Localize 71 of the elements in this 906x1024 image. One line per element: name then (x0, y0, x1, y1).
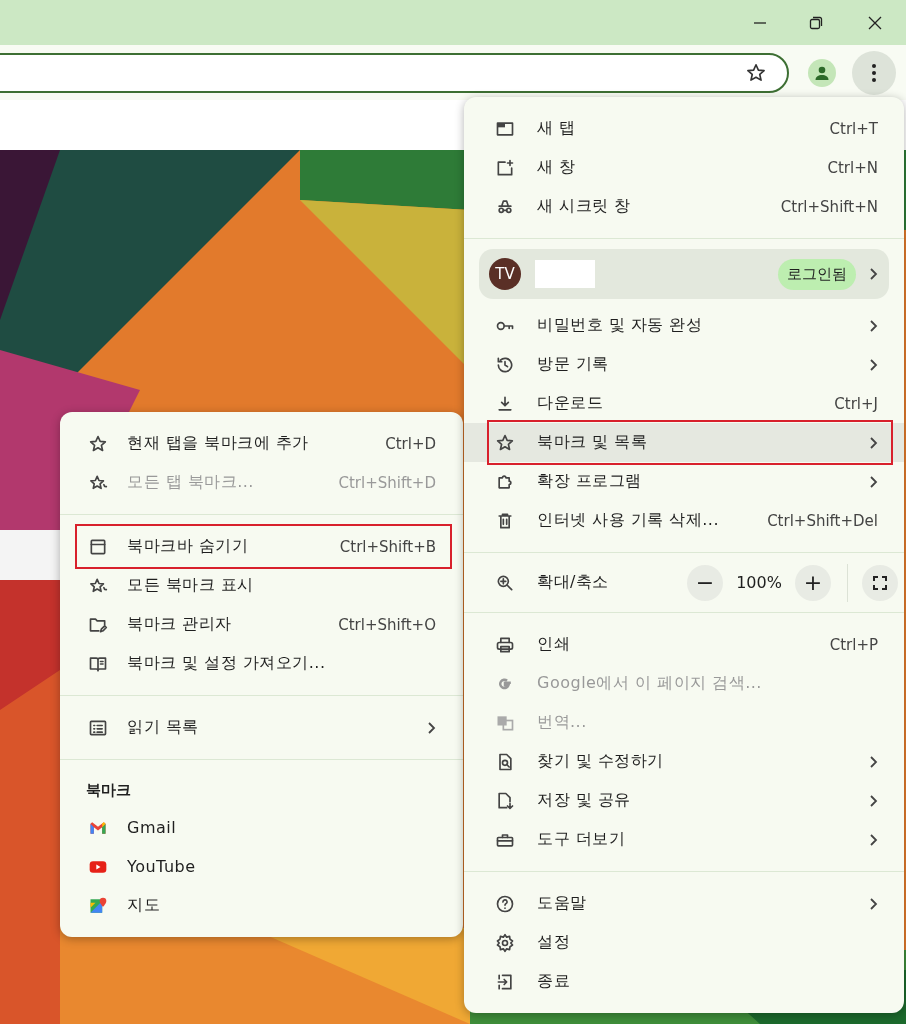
chevron-icon (868, 754, 878, 769)
menu-item[interactable]: 북마크 및 목록 (464, 423, 904, 462)
menu-item[interactable]: 북마크바 숨기기 Ctrl+Shift+B (60, 527, 463, 566)
shortcut-text: Ctrl+P (829, 635, 878, 654)
shortcut-text: Ctrl+D (385, 434, 436, 453)
star-icon[interactable] (745, 61, 767, 84)
chevron-icon (868, 318, 878, 333)
chevron-icon (426, 720, 436, 735)
menu-item[interactable]: 설정 (464, 923, 904, 962)
menu-item[interactable]: 다운로드 Ctrl+J (464, 384, 904, 423)
address-bar[interactable] (0, 52, 789, 93)
menu-item[interactable]: 도구 더보기 (464, 820, 904, 859)
chevron-icon (868, 435, 878, 450)
menu-item[interactable]: 새 시크릿 창 Ctrl+Shift+N (464, 187, 904, 226)
profile-row[interactable]: TV 로그인됨 (479, 249, 889, 299)
menu-item[interactable]: 지도 (60, 886, 463, 925)
chevron-icon (868, 357, 878, 372)
redaction-box (535, 260, 595, 288)
menu-item[interactable]: 종료 (464, 962, 904, 1001)
chevron-icon (868, 832, 878, 847)
menu-item[interactable]: 방문 기록 (464, 345, 904, 384)
zoom-label: 확대/축소 (537, 572, 610, 593)
zoom-in-button[interactable]: + (795, 564, 831, 601)
chevron-icon (868, 267, 878, 281)
zoom-out-button[interactable]: − (687, 564, 723, 601)
zoom-level-text: 100% (735, 573, 783, 592)
avatar: TV (489, 258, 521, 290)
menu-item[interactable]: YouTube (60, 847, 463, 886)
menu-icon (872, 63, 876, 82)
section-heading: 북마크 (86, 780, 131, 800)
star-icon (88, 433, 108, 454)
menu-item[interactable]: 저장 및 공유 (464, 781, 904, 820)
menu-item[interactable]: 인터넷 사용 기록 삭제... Ctrl+Shift+Del (464, 501, 904, 540)
fullscreen-button[interactable] (862, 564, 898, 601)
menu-item[interactable]: 비밀번호 및 자동 완성 (464, 306, 904, 345)
menu-item[interactable]: 현재 탭을 북마크에 추가 Ctrl+D (60, 424, 463, 463)
shortcut-text: Ctrl+J (834, 394, 878, 413)
fullscreen-icon (873, 575, 887, 590)
shortcut-text: Ctrl+Shift+O (338, 615, 436, 634)
menu-item[interactable]: 인쇄 Ctrl+P (464, 625, 904, 664)
star-icon (495, 432, 515, 453)
person-icon (814, 64, 830, 81)
menu-item[interactable]: 모든 북마크 표시 (60, 566, 463, 605)
page-download-icon (495, 790, 515, 811)
signed-in-badge: 로그인됨 (778, 258, 856, 290)
profile-button[interactable] (808, 58, 836, 87)
shortcut-text: Ctrl+Shift+Del (767, 511, 878, 530)
close-icon (868, 15, 882, 30)
menu-item[interactable]: 북마크 관리자 Ctrl+Shift+O (60, 605, 463, 644)
menu-item[interactable]: 찾기 및 수정하기 (464, 742, 904, 781)
restore-icon (809, 15, 823, 30)
chevron-icon (868, 793, 878, 808)
shortcut-text: Ctrl+Shift+B (339, 537, 436, 556)
menu-item[interactable]: 새 창 Ctrl+N (464, 148, 904, 187)
menu-item[interactable]: 새 탭 Ctrl+T (464, 109, 904, 148)
settings-icon (495, 932, 515, 953)
menu-item[interactable]: 확장 프로그램 (464, 462, 904, 501)
map-pin-icon (88, 895, 108, 916)
shortcut-text: Ctrl+Shift+D (338, 473, 436, 492)
chevron-icon (868, 474, 878, 489)
chevron-icon (868, 896, 878, 911)
help-icon (495, 893, 515, 914)
menu-item[interactable]: 북마크 및 설정 가져오기... (60, 644, 463, 683)
minimize-icon (753, 21, 767, 24)
menu-item[interactable]: Gmail (60, 808, 463, 847)
window-plus-icon (495, 157, 515, 178)
menu-item[interactable]: 도움말 (464, 884, 904, 923)
shortcut-text: Ctrl+T (829, 119, 878, 138)
shortcut-text: Ctrl+Shift+N (780, 197, 878, 216)
shortcut-text: Ctrl+N (827, 158, 878, 177)
menu-item[interactable]: 읽기 목록 (60, 708, 463, 747)
